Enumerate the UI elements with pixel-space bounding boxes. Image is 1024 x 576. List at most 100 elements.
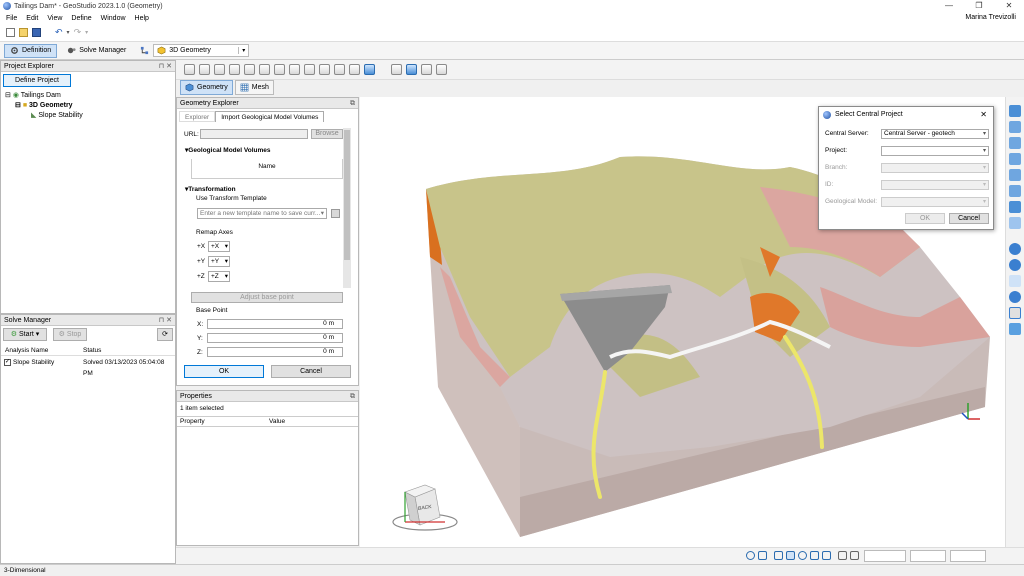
menu-view[interactable]: View [47, 15, 62, 22]
fit-tool-icon[interactable] [1009, 185, 1021, 197]
tree-item-tailings-dam[interactable]: ⊟ ◉ Tailings Dam [5, 91, 83, 101]
scrollbar[interactable] [343, 128, 351, 288]
coord-x-input[interactable]: 0 m [207, 319, 343, 329]
save-icon[interactable] [32, 28, 41, 37]
tree-item-3d-geometry[interactable]: ⊟ ■ 3D Geometry [5, 101, 83, 111]
cancel-button[interactable]: Cancel [271, 365, 351, 378]
float-icon[interactable]: ⧉ [350, 391, 355, 402]
refresh-button[interactable]: ⟳ [157, 328, 173, 341]
geological-model-select[interactable]: ▾ [881, 197, 989, 207]
central-server-select[interactable]: Central Server - geotech ▾ [881, 129, 989, 139]
tab-mesh[interactable]: Mesh [234, 80, 274, 95]
define-project-button[interactable]: Define Project [3, 74, 71, 87]
project-select[interactable]: ▾ [881, 146, 989, 156]
redo-dropdown-icon[interactable]: ▾ [85, 29, 88, 36]
tab-definition[interactable]: Definition [4, 43, 58, 58]
clock-icon[interactable] [746, 551, 755, 560]
dialog-cancel-button[interactable]: Cancel [949, 213, 989, 224]
measure-tool-icon[interactable] [1009, 201, 1021, 213]
coord-z-input[interactable]: 0 m [207, 347, 343, 357]
analysis-tree-icon[interactable] [140, 46, 149, 55]
zoom-tool-icon[interactable] [1009, 137, 1021, 149]
extrude-icon[interactable] [214, 64, 225, 75]
move-icon[interactable] [229, 64, 240, 75]
menu-edit[interactable]: Edit [26, 15, 38, 22]
delete-icon[interactable] [334, 64, 345, 75]
menu-window[interactable]: Window [101, 15, 126, 22]
tab-geometry[interactable]: Geometry [180, 80, 233, 95]
close-icon[interactable]: ✕ [980, 107, 987, 123]
menu-help[interactable]: Help [135, 15, 149, 22]
maximize-button[interactable]: ❐ [964, 0, 994, 12]
open-folder-icon[interactable] [19, 28, 28, 37]
rotate-view-icon[interactable] [786, 551, 795, 560]
solve-checkbox[interactable]: ✓ [4, 359, 11, 366]
orbit-tool-icon[interactable] [1009, 169, 1021, 181]
tab-explorer[interactable]: Explorer [179, 111, 216, 122]
stop-button[interactable]: ⚙ Stop [53, 328, 87, 341]
float-icon[interactable]: ⧉ [350, 98, 355, 109]
intersect-icon[interactable] [319, 64, 330, 75]
browse-button[interactable]: Browse [311, 129, 343, 139]
pan-icon[interactable] [774, 551, 783, 560]
dialog-ok-button[interactable]: OK [905, 213, 945, 224]
view-icon[interactable] [406, 64, 417, 75]
drop-icon[interactable] [1009, 323, 1021, 335]
tab-import-volumes[interactable]: Import Geological Model Volumes [215, 111, 325, 122]
pin-icon[interactable]: ⊓ ✕ [159, 61, 172, 72]
menu-file[interactable]: File [6, 15, 17, 22]
light-icon[interactable] [1009, 243, 1021, 255]
rotate-object-icon[interactable] [244, 64, 255, 75]
subtract-icon[interactable] [304, 64, 315, 75]
axis-z-select[interactable]: +Z ▾ [208, 271, 230, 282]
select-tool-icon[interactable] [1009, 105, 1021, 117]
import-icon[interactable] [349, 64, 360, 75]
branch-select[interactable]: ▾ [881, 163, 989, 173]
user-name: Marina Trevizolli [965, 14, 1016, 21]
globe-view-icon[interactable] [1009, 259, 1021, 271]
close-window-button[interactable]: ✕ [994, 0, 1024, 12]
rotate-icon[interactable] [436, 64, 447, 75]
union-icon[interactable] [289, 64, 300, 75]
solid-icon[interactable] [274, 64, 285, 75]
tree-item-slope-stability[interactable]: ◣ Slope Stability [5, 111, 83, 121]
new-file-icon[interactable] [6, 28, 15, 37]
grid-icon[interactable] [758, 551, 767, 560]
sun-icon[interactable] [1009, 275, 1021, 287]
display-icon[interactable] [391, 64, 402, 75]
clip-icon[interactable] [421, 64, 432, 75]
url-input[interactable] [200, 129, 308, 139]
circle-icon[interactable] [1009, 307, 1021, 319]
pick-icon[interactable] [199, 64, 210, 75]
axis-icon[interactable] [838, 551, 847, 560]
zoom-extents-icon[interactable] [822, 551, 831, 560]
geometry-select[interactable]: 3D Geometry ▾ [153, 44, 250, 57]
ok-button[interactable]: OK [184, 365, 264, 378]
adjust-base-point-button[interactable]: Adjust base point [191, 292, 343, 303]
start-button[interactable]: ⚙ Start ▾ [3, 328, 47, 341]
save-template-icon[interactable] [331, 209, 340, 218]
section-tool-icon[interactable] [1009, 217, 1021, 229]
minimize-button[interactable]: — [934, 0, 964, 12]
id-select[interactable]: ▾ [881, 180, 989, 190]
tab-solve-manager[interactable]: Solve Manager [61, 44, 132, 58]
zoom-icon[interactable] [798, 551, 807, 560]
settings-icon[interactable] [364, 64, 375, 75]
template-select[interactable]: Enter a new template name to save curr..… [197, 208, 327, 219]
face-icon[interactable] [259, 64, 270, 75]
rotate-tool-icon[interactable] [1009, 121, 1021, 133]
pin-icon[interactable]: ⊓ ✕ [159, 315, 172, 326]
menu-define[interactable]: Define [71, 15, 91, 22]
pan-tool-icon[interactable] [1009, 153, 1021, 165]
redo-icon[interactable]: ↷ [74, 27, 82, 38]
undo-dropdown-icon[interactable]: ▾ [67, 29, 70, 36]
ruler-icon[interactable] [850, 551, 859, 560]
draw-icon[interactable] [184, 64, 195, 75]
axis-y-select[interactable]: +Y ▾ [208, 256, 230, 267]
sphere-icon[interactable] [1009, 291, 1021, 303]
coord-y-input[interactable]: 0 m [207, 333, 343, 343]
axis-x-select[interactable]: +X ▾ [208, 241, 230, 252]
zoom-window-icon[interactable] [810, 551, 819, 560]
table-row[interactable]: ✓ Slope Stability Solved 03/13/2023 05:0… [1, 357, 175, 377]
undo-icon[interactable]: ↶ [55, 27, 63, 38]
